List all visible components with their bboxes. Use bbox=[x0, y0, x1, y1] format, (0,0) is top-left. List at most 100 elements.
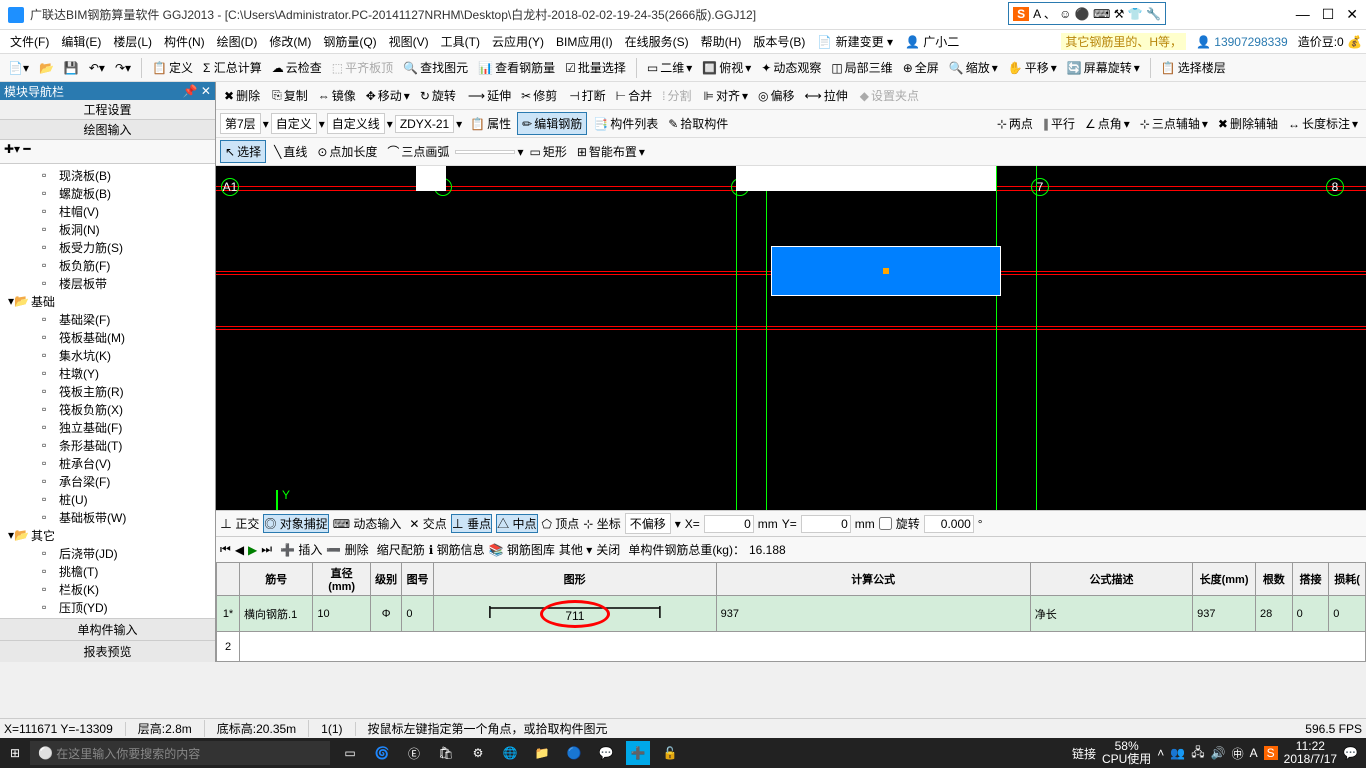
col-name[interactable]: 筋号 bbox=[240, 563, 313, 596]
menu-view[interactable]: 视图(V) bbox=[383, 33, 435, 50]
define-button[interactable]: 📋 定义 bbox=[148, 57, 197, 78]
tree-folder[interactable]: ▾ 📂其它 bbox=[2, 526, 213, 544]
flat-top-button[interactable]: ⬚ 平齐板顶 bbox=[328, 57, 397, 78]
rebar-lib-button[interactable]: 📚 钢筋图库 bbox=[489, 541, 555, 558]
drawing-canvas[interactable]: A1 5 6 7 8 Y X bbox=[216, 166, 1366, 510]
cell-fig[interactable]: 0 bbox=[402, 596, 433, 632]
tray-clock[interactable]: 11:222018/7/17 bbox=[1284, 740, 1337, 766]
close-table-button[interactable]: 关闭 bbox=[596, 541, 620, 558]
taskbar-search[interactable]: ⚪ 在这里输入你要搜索的内容 bbox=[30, 741, 330, 765]
tree-item[interactable]: ▫压顶(YD) bbox=[2, 598, 213, 616]
copy-button[interactable]: ⎘ 复制 bbox=[268, 85, 312, 106]
menu-rebar[interactable]: 钢筋量(Q) bbox=[317, 33, 382, 50]
tree-item[interactable]: ▫楼层板带 bbox=[2, 274, 213, 292]
rebar-table[interactable]: 筋号 直径(mm) 级别 图号 图形 计算公式 公式描述 长度(mm) 根数 搭… bbox=[216, 562, 1366, 662]
cell-formula[interactable]: 937 bbox=[716, 596, 1030, 632]
table-row[interactable]: 2 bbox=[217, 632, 1366, 662]
arc-options[interactable] bbox=[455, 150, 515, 154]
tree-item[interactable]: ▫板受力筋(S) bbox=[2, 238, 213, 256]
col-fig[interactable]: 图号 bbox=[402, 563, 433, 596]
tree-item[interactable]: ▫集水坑(K) bbox=[2, 346, 213, 364]
component-tree[interactable]: ▫现浇板(B)▫螺旋板(B)▫柱帽(V)▫板洞(N)▫板受力筋(S)▫板负筋(F… bbox=[0, 164, 215, 618]
select-tool-button[interactable]: ↖ 选择 bbox=[220, 140, 266, 163]
parallel-button[interactable]: ∥ 平行 bbox=[1039, 113, 1079, 134]
side-tab-single-input[interactable]: 单构件输入 bbox=[0, 618, 215, 640]
menu-online[interactable]: 在线服务(S) bbox=[619, 33, 695, 50]
nav-first-icon[interactable]: ⏮ bbox=[220, 542, 231, 557]
tree-item[interactable]: ▫基础梁(F) bbox=[2, 310, 213, 328]
selected-element[interactable] bbox=[771, 246, 1001, 296]
tray-network-icon[interactable]: 🖧 bbox=[1191, 743, 1204, 764]
cell-name[interactable]: 横向钢筋.1 bbox=[240, 596, 313, 632]
menu-draw[interactable]: 绘图(D) bbox=[211, 33, 264, 50]
stretch-button[interactable]: ⟷ 拉伸 bbox=[801, 85, 852, 106]
smart-layout-button[interactable]: ⊞ 智能布置 ▾ bbox=[573, 141, 649, 162]
x-input[interactable] bbox=[704, 515, 754, 533]
coord-snap[interactable]: ⊹ 坐标 bbox=[583, 515, 620, 532]
cloud-check-button[interactable]: ☁ 云检查 bbox=[268, 57, 326, 78]
tree-item[interactable]: ▫后浇带(JD) bbox=[2, 544, 213, 562]
tree-item[interactable]: ▫独立基础(F) bbox=[2, 418, 213, 436]
col-count[interactable]: 根数 bbox=[1255, 563, 1292, 596]
col-level[interactable]: 级别 bbox=[370, 563, 401, 596]
col-loss[interactable]: 损耗( bbox=[1329, 563, 1366, 596]
rotate-button[interactable]: ↻ 旋转 bbox=[416, 85, 460, 106]
tray-up-icon[interactable]: ˄ bbox=[1157, 746, 1164, 760]
app-icon-1[interactable]: 🌀 bbox=[370, 741, 394, 765]
two-point-button[interactable]: ⊹ 两点 bbox=[993, 113, 1037, 134]
del-axis-button[interactable]: ✖ 删除辅轴 bbox=[1214, 113, 1282, 134]
app-icon-9[interactable]: ➕ bbox=[626, 741, 650, 765]
fullscreen-button[interactable]: ⊕ 全屏 bbox=[899, 57, 943, 78]
tray-cpu[interactable]: 58%CPU使用 bbox=[1102, 740, 1151, 766]
instance-select[interactable]: ZDYX-21 bbox=[395, 115, 454, 133]
cell-shape[interactable]: 711 bbox=[433, 596, 716, 632]
col-formula[interactable]: 计算公式 bbox=[716, 563, 1030, 596]
side-tab-project[interactable]: 工程设置 bbox=[0, 100, 215, 120]
pin-icon[interactable]: 📌 ✕ bbox=[183, 84, 211, 98]
tray-s-icon[interactable]: S bbox=[1264, 746, 1278, 760]
dyn-observe-button[interactable]: ✦ 动态观察 bbox=[757, 57, 825, 78]
offset-mode-select[interactable]: 不偏移 bbox=[625, 513, 671, 534]
tree-item[interactable]: ▫筏板负筋(X) bbox=[2, 400, 213, 418]
user-id[interactable]: 👤 13907298339 bbox=[1196, 35, 1288, 49]
new-icon[interactable]: 📄▾ bbox=[4, 59, 33, 77]
dim-button[interactable]: ↔ 长度标注 ▾ bbox=[1284, 113, 1362, 134]
menu-cloud[interactable]: 云应用(Y) bbox=[486, 33, 550, 50]
rebar-info-button[interactable]: ℹ 钢筋信息 bbox=[429, 541, 485, 558]
dot-angle-button[interactable]: ∠ 点角 ▾ bbox=[1081, 113, 1134, 134]
mid-snap[interactable]: △ 中点 bbox=[496, 514, 537, 533]
rotate-checkbox[interactable] bbox=[879, 517, 892, 530]
table-delete-button[interactable]: ➖ 删除 bbox=[326, 541, 368, 558]
table-insert-button[interactable]: ➕ 插入 bbox=[280, 541, 322, 558]
app-icon-3[interactable]: 🛍 bbox=[434, 741, 458, 765]
tree-item[interactable]: ▫栏板(K) bbox=[2, 580, 213, 598]
ime-toolbar[interactable]: S A 、 ☺ ⚫ ⌨ ⚒ 👕 🔧 bbox=[1008, 2, 1166, 25]
menu-component[interactable]: 构件(N) bbox=[158, 33, 211, 50]
tree-item[interactable]: ▫桩承台(V) bbox=[2, 454, 213, 472]
two-d-button[interactable]: ▭ 二维 ▾ bbox=[643, 57, 696, 78]
tree-item[interactable]: ▫筏板主筋(R) bbox=[2, 382, 213, 400]
three-axis-button[interactable]: ⊹ 三点辅轴 ▾ bbox=[1136, 113, 1212, 134]
select-floor-button[interactable]: 📋 选择楼层 bbox=[1157, 57, 1230, 78]
three-arc-button[interactable]: ⌒ 三点画弧 bbox=[383, 141, 453, 162]
taskview-icon[interactable]: ▭ bbox=[338, 741, 362, 765]
cell-desc[interactable]: 净长 bbox=[1030, 596, 1192, 632]
rotate-input[interactable] bbox=[924, 515, 974, 533]
cell-level[interactable]: Φ bbox=[370, 596, 401, 632]
nav-last-icon[interactable]: ⏭ bbox=[261, 542, 272, 557]
menu-help[interactable]: 帮助(H) bbox=[695, 33, 748, 50]
dyn-input-toggle[interactable]: ⌨ 动态输入 bbox=[333, 515, 402, 532]
delete-button[interactable]: ✖ 删除 bbox=[220, 85, 264, 106]
cell-dia[interactable]: 10 bbox=[313, 596, 371, 632]
maximize-icon[interactable]: ☐ bbox=[1322, 6, 1335, 23]
undo-icon[interactable]: ↶▾ bbox=[85, 59, 109, 77]
app-icon-2[interactable]: Ⓔ bbox=[402, 741, 426, 765]
other-button[interactable]: 其他 ▾ bbox=[559, 541, 592, 558]
obj-snap-toggle[interactable]: ◎ 对象捕捉 bbox=[263, 514, 328, 533]
close-icon[interactable]: ✕ bbox=[1346, 6, 1358, 23]
floor-select[interactable]: 第7层 bbox=[220, 113, 261, 134]
tree-item[interactable]: ▫基础板带(W) bbox=[2, 508, 213, 526]
tray-a-icon[interactable]: A bbox=[1250, 746, 1258, 760]
break-button[interactable]: ⊣ 打断 bbox=[565, 85, 609, 106]
tree-item[interactable]: ▫柱帽(V) bbox=[2, 202, 213, 220]
